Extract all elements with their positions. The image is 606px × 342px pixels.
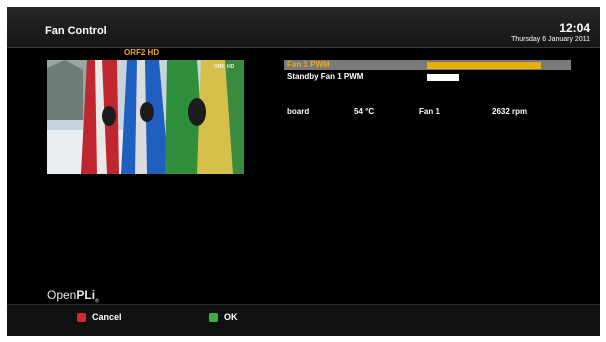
- setting-label-standby-pwm[interactable]: Standby Fan 1 PWM: [287, 72, 363, 82]
- setting-label-fan-pwm[interactable]: Fan 1 PWM: [287, 60, 330, 70]
- cancel-button[interactable]: Cancel: [77, 311, 122, 323]
- fan-pwm-slider[interactable]: [427, 62, 541, 69]
- openpli-logo: OpenPLi®: [47, 288, 99, 305]
- clock: 12:04: [559, 21, 590, 35]
- green-key-icon: [209, 312, 218, 322]
- video-scene: [47, 60, 244, 174]
- ok-button[interactable]: OK: [209, 311, 238, 323]
- footer-bar: Cancel OK: [7, 304, 600, 336]
- fan-control-screen: Fan Control 12:04 Thursday 6 January 201…: [7, 7, 600, 336]
- page-title: Fan Control: [45, 25, 107, 37]
- channel-name: ORF2 HD: [124, 48, 160, 57]
- sensor-temperature: 54 °C: [354, 107, 375, 116]
- red-key-icon: [77, 312, 86, 322]
- sensor-name: board: [287, 107, 310, 116]
- cancel-label: Cancel: [92, 312, 122, 322]
- header-bar: Fan Control 12:04 Thursday 6 January 201…: [7, 7, 600, 48]
- fan-rpm: 2632 rpm: [492, 107, 528, 116]
- channel-watermark: ORF HD: [214, 64, 235, 70]
- standby-pwm-slider[interactable]: [427, 74, 459, 81]
- video-preview: ORF HD: [47, 60, 244, 174]
- ok-label: OK: [224, 312, 238, 322]
- date: Thursday 6 January 2011: [511, 36, 590, 43]
- fan-name: Fan 1: [419, 107, 440, 116]
